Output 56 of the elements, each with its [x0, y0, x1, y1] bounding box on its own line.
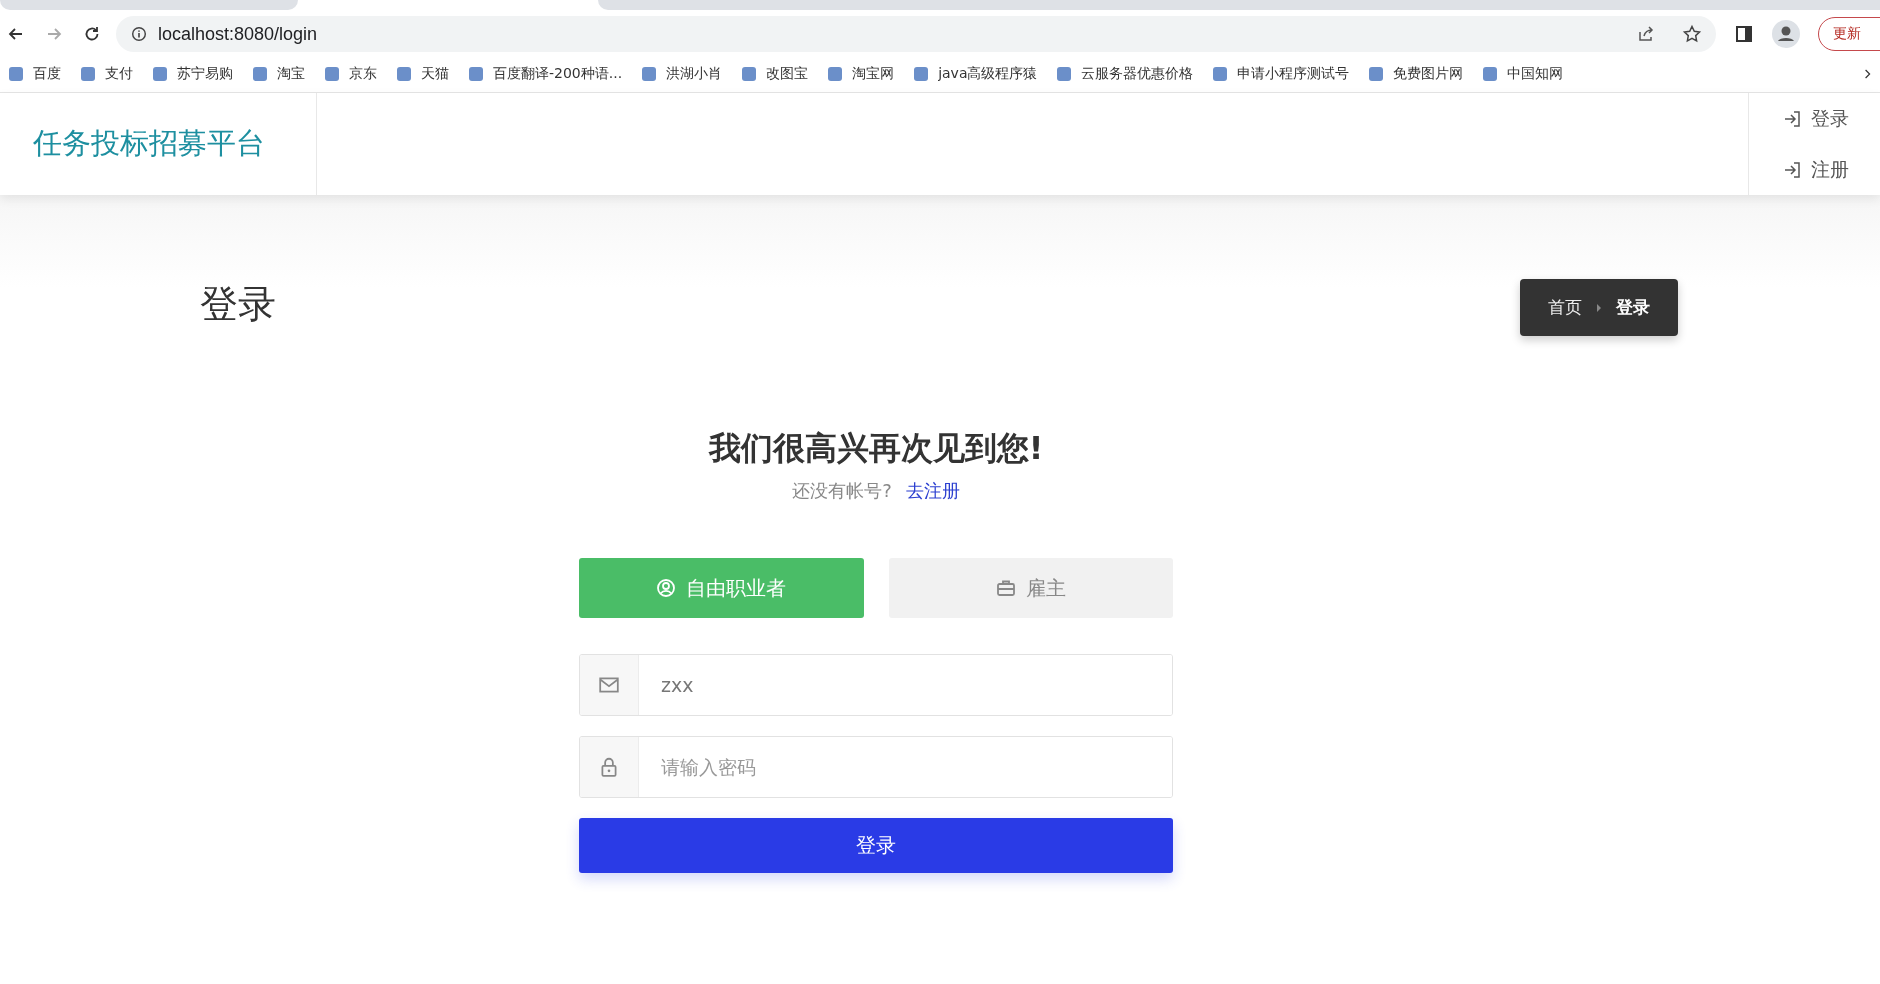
bookmark-link[interactable]: 天猫: [396, 65, 449, 83]
star-icon[interactable]: [1682, 24, 1702, 44]
bookmark-link[interactable]: 淘宝网: [827, 65, 895, 83]
side-panel-icon[interactable]: [1734, 24, 1754, 44]
bookmark-link[interactable]: 百度翻译-200种语...: [468, 65, 623, 83]
favicon-icon: [396, 66, 412, 82]
welcome-heading: 我们很高兴再次见到您!: [707, 428, 1045, 469]
bookmark-link[interactable]: 中国知网: [1482, 65, 1564, 83]
bookmark-link[interactable]: 百度: [8, 65, 61, 83]
favicon-icon: [468, 66, 484, 82]
nav-link[interactable]: 登录: [1783, 105, 1880, 132]
bookmark-link[interactable]: 免费图片网: [1368, 65, 1464, 83]
input-field[interactable]: 请输入密码: [579, 736, 1173, 798]
favicon-icon: [252, 66, 268, 82]
bookmark-link[interactable]: 淘宝: [252, 65, 305, 83]
sign-in-icon: [1783, 108, 1803, 129]
breadcrumb-link[interactable]: 登录: [1616, 296, 1650, 319]
bookmark-link[interactable]: 苏宁易购: [152, 65, 233, 83]
user-circle-icon: [656, 578, 677, 598]
briefcase-icon: [995, 578, 1016, 598]
bookmark-link[interactable]: 洪湖小肖: [641, 65, 723, 83]
bookmark-link[interactable]: 申请小程序测试号: [1212, 65, 1350, 83]
site-logo[interactable]: 任务投标招募平台: [33, 124, 265, 164]
page-title: 登录: [200, 281, 277, 328]
address-bar[interactable]: localhost:8080/login: [116, 16, 1716, 52]
login-button[interactable]: 登录: [579, 818, 1173, 873]
update-button[interactable]: 更新: [1818, 17, 1880, 51]
profile-icon[interactable]: [1772, 20, 1800, 48]
favicon-icon: [741, 66, 758, 82]
favicon-icon: [641, 66, 658, 82]
input-field[interactable]: zxx: [579, 654, 1173, 716]
caret-icon: [1596, 302, 1602, 313]
favicon-icon: [1368, 66, 1385, 82]
bookmark-link[interactable]: 改图宝: [741, 65, 809, 83]
bookmark-link[interactable]: 云服务器优惠价格: [1056, 65, 1194, 83]
favicon-icon: [80, 66, 96, 82]
favicon-icon: [1212, 66, 1229, 82]
favicon-icon: [1482, 66, 1499, 82]
favicon-icon: [8, 66, 24, 82]
bookmark-link[interactable]: 支付: [80, 65, 133, 83]
bookmark-link[interactable]: 京东: [324, 65, 377, 83]
favicon-icon: [827, 66, 844, 82]
favicon-icon: [152, 66, 168, 82]
favicon-icon: [1056, 66, 1073, 82]
info-icon[interactable]: [130, 25, 148, 43]
url-text: localhost:8080/login: [158, 23, 318, 45]
favicon-icon: [324, 66, 340, 82]
sign-in-icon: [1783, 159, 1803, 180]
favicon-icon: [913, 66, 930, 82]
bookmark-link[interactable]: java高级程序猿: [913, 65, 1038, 83]
register-link[interactable]: 去注册: [905, 479, 960, 503]
share-icon[interactable]: [1636, 24, 1656, 44]
breadcrumb-link[interactable]: 首页: [1548, 296, 1582, 319]
nav-link[interactable]: 注册: [1783, 156, 1880, 183]
account-prompt: 还没有帐号?: [792, 479, 892, 503]
chevron-icon[interactable]: [1864, 67, 1872, 81]
